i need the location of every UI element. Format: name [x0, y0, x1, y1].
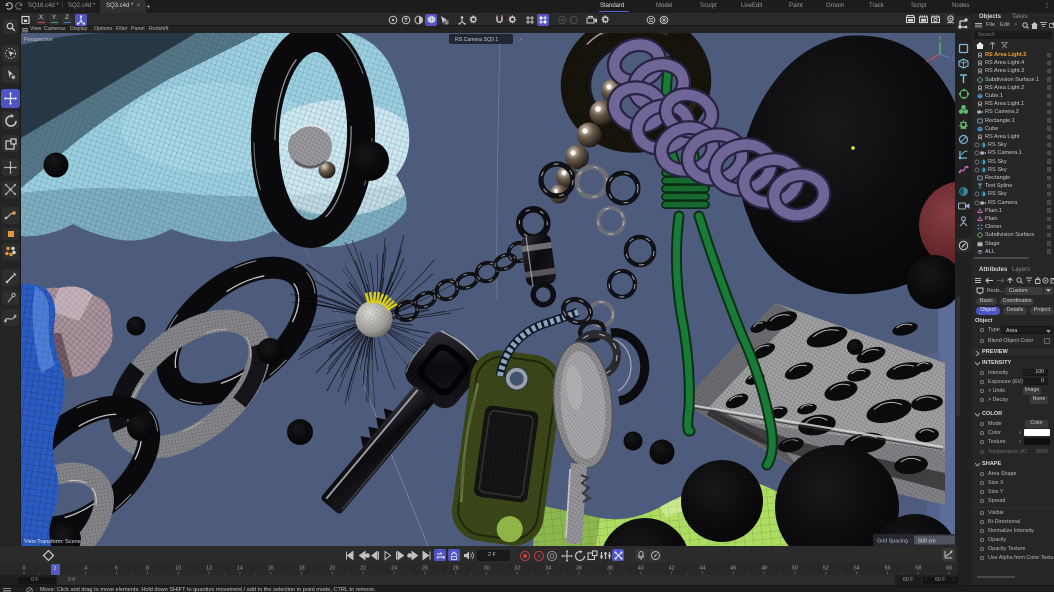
svg-text:28: 28 — [453, 566, 459, 572]
svg-text:18: 18 — [299, 566, 305, 572]
svg-text:RS Camera SQ3 1: RS Camera SQ3 1 — [455, 37, 498, 43]
svg-text:500 cm: 500 cm — [918, 539, 936, 545]
svg-text:Perspective: Perspective — [24, 37, 53, 43]
svg-text:12: 12 — [206, 566, 212, 572]
svg-text:46: 46 — [730, 566, 736, 572]
svg-text:20: 20 — [329, 566, 335, 572]
svg-text:44: 44 — [700, 566, 706, 572]
svg-text:36: 36 — [576, 566, 582, 572]
svg-text:42: 42 — [669, 566, 675, 572]
svg-text:52: 52 — [823, 566, 829, 572]
svg-text:14: 14 — [237, 566, 243, 572]
svg-text:↗: ↗ — [518, 38, 523, 44]
svg-text:4: 4 — [84, 566, 87, 572]
svg-text:30: 30 — [484, 566, 490, 572]
svg-text:50: 50 — [792, 566, 798, 572]
svg-text:8: 8 — [146, 566, 149, 572]
svg-text:A: A — [536, 553, 541, 560]
svg-text:16: 16 — [268, 566, 274, 572]
svg-text:60: 60 — [946, 566, 952, 572]
svg-text:22: 22 — [360, 566, 366, 572]
svg-text:View Transform: Scene: View Transform: Scene — [24, 539, 81, 545]
svg-text:0: 0 — [23, 566, 26, 572]
svg-text:24: 24 — [391, 566, 397, 572]
svg-text:10: 10 — [175, 566, 181, 572]
svg-text:48: 48 — [761, 566, 767, 572]
svg-text:56: 56 — [885, 566, 891, 572]
svg-text:Grid Spacing :: Grid Spacing : — [877, 539, 911, 545]
svg-text:38: 38 — [607, 566, 613, 572]
svg-text:6: 6 — [115, 566, 118, 572]
svg-text:58: 58 — [915, 566, 921, 572]
svg-text:54: 54 — [854, 566, 860, 572]
svg-text:40: 40 — [638, 566, 644, 572]
svg-text:32: 32 — [514, 566, 520, 572]
svg-text:34: 34 — [545, 566, 551, 572]
svg-text:26: 26 — [422, 566, 428, 572]
